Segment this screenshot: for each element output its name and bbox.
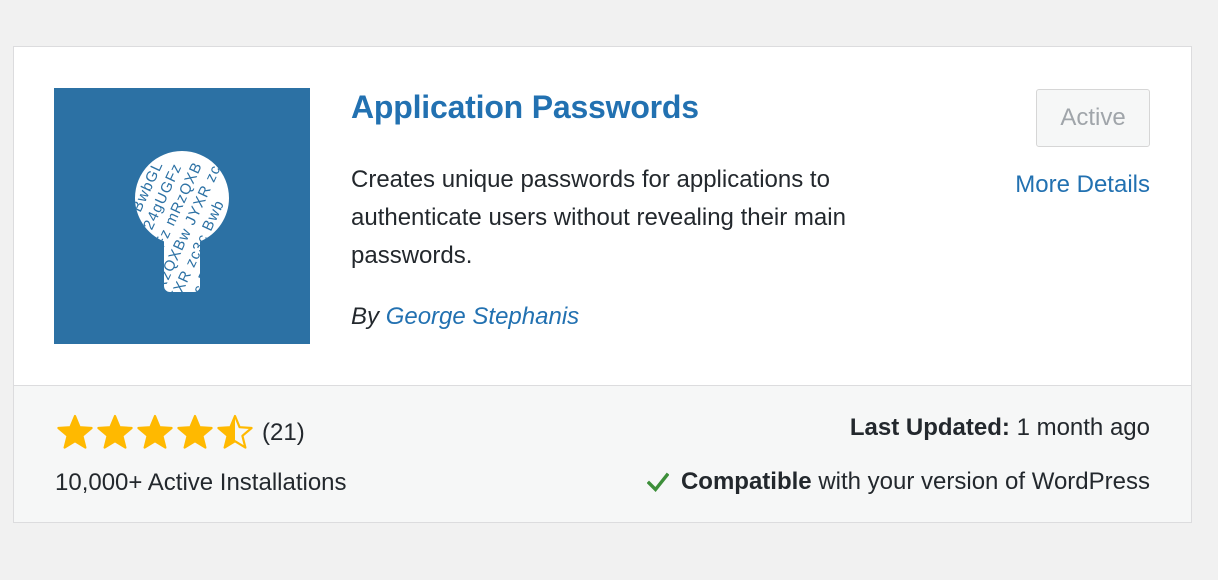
plugin-card-footer: (21) 10,000+ Active Installations Last U… [14,385,1191,522]
keyhole-icon[interactable]: zc3czc3c BwbGL BwbGLj 24gUGFz 24gUGFz mR… [54,88,310,344]
rating-count[interactable]: (21) [262,419,305,447]
stars [56,414,256,452]
plugin-description: Creates unique passwords for application… [351,166,846,269]
checkmark-icon [646,472,669,493]
last-updated: Last Updated: 1 month ago [850,414,1150,442]
plugin-card: zc3czc3c BwbGL BwbGLj 24gUGFz 24gUGFz mR… [13,46,1192,523]
star-full-icon [137,414,173,449]
star-full-icon [177,414,213,449]
last-updated-label: Last Updated: [849,414,1010,441]
more-details-link[interactable]: More Details [1015,171,1150,199]
active-button[interactable]: Active [1036,89,1150,147]
author-link[interactable]: George Stephanis [386,303,579,330]
last-updated-value: 1 month ago [1016,414,1150,441]
star-full-icon [97,414,133,449]
compatibility: Compatible with your version of WordPres… [646,468,1150,496]
star-rating: (21) [56,414,305,452]
compat-strong: Compatible [680,468,812,495]
plugin-card-top: zc3czc3c BwbGL BwbGLj 24gUGFz 24gUGFz mR… [14,47,1191,385]
star-half-icon [217,414,253,449]
author-prefix: By [351,303,380,330]
compat-rest: with your version of WordPress [818,468,1150,495]
plugin-author: By George Stephanis [351,303,579,331]
star-full-icon [57,414,93,449]
active-installs: 10,000+ Active Installations [55,469,347,496]
plugin-name-link[interactable]: Application Passwords [351,89,699,126]
